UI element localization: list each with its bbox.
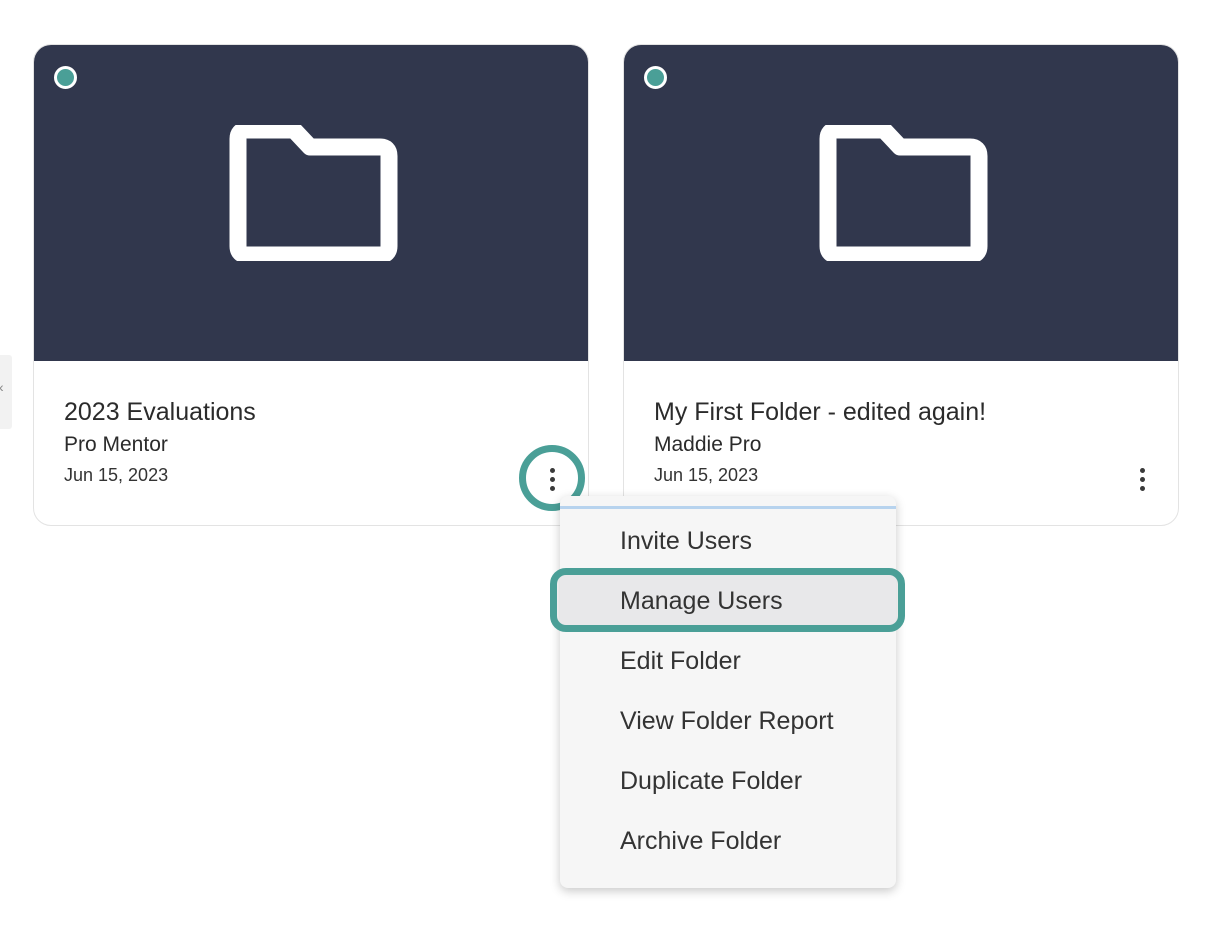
folder-date: Jun 15, 2023 xyxy=(64,465,169,485)
collapsed-side-panel-tab[interactable]: ‹ xyxy=(0,355,12,429)
folder-owner: Maddie Pro xyxy=(654,433,762,456)
more-options-button[interactable] xyxy=(532,459,572,499)
menu-item-invite-users[interactable]: Invite Users xyxy=(560,513,896,569)
menu-item-manage-users[interactable]: Manage Users xyxy=(560,573,896,629)
side-tab-chevron-icon: ‹ xyxy=(0,379,4,395)
folder-title[interactable]: 2023 Evaluations xyxy=(64,395,558,429)
menu-item-view-folder-report[interactable]: View Folder Report xyxy=(560,693,896,749)
more-vertical-icon xyxy=(549,467,555,473)
folder-banner xyxy=(34,45,588,361)
menu-item-edit-folder[interactable]: Edit Folder xyxy=(560,633,896,689)
folder-card-2023-evaluations[interactable]: 2023 Evaluations Pro Mentor Jun 15, 2023 xyxy=(33,44,589,526)
folder-date: Jun 15, 2023 xyxy=(654,465,759,485)
menu-item-duplicate-folder[interactable]: Duplicate Folder xyxy=(560,753,896,809)
status-dot xyxy=(54,66,77,89)
folder-title[interactable]: My First Folder - edited again! xyxy=(654,395,1148,429)
menu-top-accent xyxy=(560,506,896,509)
folder-icon xyxy=(229,125,398,261)
folder-owner: Pro Mentor xyxy=(64,433,168,456)
more-vertical-icon xyxy=(1139,467,1145,473)
status-dot xyxy=(644,66,667,89)
menu-item-archive-folder[interactable]: Archive Folder xyxy=(560,813,896,869)
folder-context-menu: Invite Users Manage Users Edit Folder Vi… xyxy=(560,496,896,888)
folder-icon xyxy=(819,125,988,261)
folder-banner xyxy=(624,45,1178,361)
more-options-button[interactable] xyxy=(1122,459,1162,499)
folder-card-my-first-folder[interactable]: My First Folder - edited again! Maddie P… xyxy=(623,44,1179,526)
